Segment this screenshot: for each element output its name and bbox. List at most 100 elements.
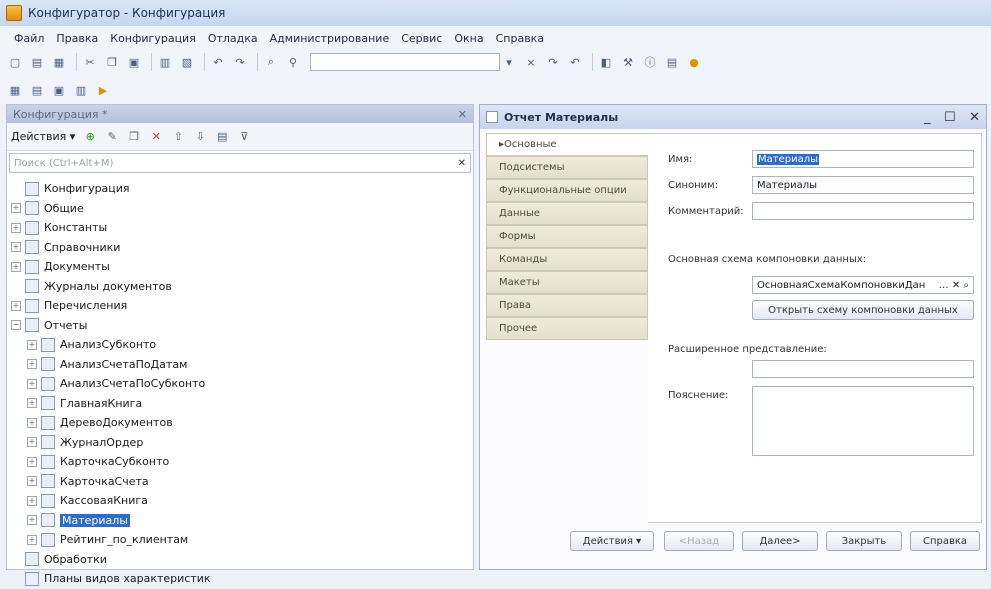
close-icon[interactable]: ✕ <box>458 108 467 121</box>
move-down-icon[interactable]: ⇩ <box>191 128 209 146</box>
expand-icon[interactable]: + <box>27 476 37 487</box>
save-icon[interactable]: ▦ <box>50 53 68 71</box>
tree-item[interactable]: + АнализСчетаПоДатам <box>11 355 473 375</box>
edit-icon[interactable]: ✎ <box>103 128 121 146</box>
expand-icon[interactable]: + <box>11 300 21 311</box>
menu-windows[interactable]: Окна <box>448 32 489 45</box>
preview-icon[interactable]: ▧ <box>178 53 196 71</box>
tree-item[interactable]: + Справочники <box>11 238 473 258</box>
delete-icon[interactable]: ✕ <box>147 128 165 146</box>
comment-field[interactable] <box>752 202 974 220</box>
move-up-icon[interactable]: ⇧ <box>169 128 187 146</box>
tab-functional-options[interactable]: Функциональные опции <box>486 179 648 202</box>
tree-item[interactable]: + АнализСубконто <box>11 335 473 355</box>
tree-item[interactable]: + Рейтинг_по_клиентам <box>11 530 473 550</box>
tree-item[interactable]: + ЖурналОрдер <box>11 433 473 453</box>
bookmark-icon[interactable]: ◧ <box>597 53 615 71</box>
tree-item[interactable]: + ДеревоДокументов <box>11 413 473 433</box>
tree-item[interactable]: + КарточкаСчета <box>11 472 473 492</box>
expand-icon[interactable]: + <box>27 398 37 409</box>
expand-icon[interactable]: + <box>27 359 37 370</box>
tab-subsystems[interactable]: Подсистемы <box>486 156 648 179</box>
expand-icon[interactable]: + <box>27 515 37 526</box>
tree-item[interactable]: Журналы документов <box>11 277 473 297</box>
maximize-icon[interactable]: ☐ <box>944 110 956 125</box>
run-icon[interactable]: ▶ <box>94 81 112 99</box>
close-button[interactable]: Закрыть <box>826 531 902 551</box>
toolbar-search-input[interactable] <box>310 53 500 71</box>
name-field[interactable]: Материалы <box>752 150 974 168</box>
expand-icon[interactable]: + <box>27 378 37 389</box>
expand-icon[interactable]: + <box>27 456 37 467</box>
tab-main[interactable]: ▸ Основные <box>486 133 648 156</box>
find-prev-icon[interactable]: ↶ <box>566 53 584 71</box>
tree-item[interactable]: + Перечисления <box>11 296 473 316</box>
schema-field[interactable]: ОсновнаяСхемаКомпоновкиДан … ✕ ⌕ <box>752 276 974 294</box>
tab-other[interactable]: Прочее <box>486 317 648 340</box>
next-button[interactable]: Далее> <box>742 531 818 551</box>
tree-item[interactable]: + Материалы <box>11 511 473 531</box>
expand-icon[interactable]: + <box>27 339 37 350</box>
synonym-field[interactable]: Материалы <box>752 176 974 194</box>
cut-icon[interactable]: ✂ <box>81 53 99 71</box>
open-icon[interactable]: ⌕ <box>963 280 969 291</box>
redo-icon[interactable]: ↷ <box>231 53 249 71</box>
tab-rights[interactable]: Права <box>486 294 648 317</box>
expand-icon[interactable]: + <box>11 261 21 272</box>
help-button[interactable]: Справка <box>910 531 980 551</box>
explanation-field[interactable] <box>752 386 974 456</box>
find-next-icon[interactable]: ↷ <box>544 53 562 71</box>
search-icon[interactable]: ⚲ <box>284 53 302 71</box>
collapse-icon[interactable]: − <box>11 320 21 331</box>
find-icon[interactable]: ⌕ <box>262 53 280 71</box>
clear-search-icon[interactable]: ✕ <box>458 158 466 169</box>
copy-icon[interactable]: ❐ <box>125 128 143 146</box>
tree-item[interactable]: − Отчеты <box>11 316 473 336</box>
dropdown-icon[interactable]: ▾ <box>500 53 518 71</box>
menu-help[interactable]: Справка <box>490 32 550 45</box>
open-file-icon[interactable]: ▤ <box>28 53 46 71</box>
add-icon[interactable]: ⊕ <box>81 128 99 146</box>
tab-templates[interactable]: Макеты <box>486 271 648 294</box>
tree-item[interactable]: + Документы <box>11 257 473 277</box>
print-icon[interactable]: ▥ <box>156 53 174 71</box>
choose-icon[interactable]: … <box>939 280 949 291</box>
clear-icon[interactable]: ✕ <box>952 280 960 291</box>
tree-item[interactable]: + КарточкаСубконто <box>11 452 473 472</box>
doc-icon[interactable]: ▤ <box>663 53 681 71</box>
tree-item[interactable]: Обработки <box>11 550 473 570</box>
tab-data[interactable]: Данные <box>486 202 648 225</box>
quick-search-input[interactable]: Поиск (Ctrl+Alt+M) ✕ <box>9 153 471 173</box>
minimize-icon[interactable]: _ <box>924 110 931 125</box>
expand-icon[interactable]: + <box>11 222 21 233</box>
tree-item[interactable]: + КассоваяКнига <box>11 491 473 511</box>
menu-file[interactable]: Файл <box>8 32 50 45</box>
tree-item[interactable]: + АнализСчетаПоСубконто <box>11 374 473 394</box>
new-file-icon[interactable]: ▢ <box>6 53 24 71</box>
menu-debug[interactable]: Отладка <box>202 32 264 45</box>
expand-icon[interactable]: + <box>27 495 37 506</box>
expand-icon[interactable]: + <box>27 534 37 545</box>
expand-icon[interactable]: + <box>11 242 21 253</box>
sort-icon[interactable]: ▤ <box>213 128 231 146</box>
actions-button[interactable]: Действия ▾ <box>570 531 654 551</box>
tree-item[interactable]: Конфигурация <box>11 179 473 199</box>
tree-item[interactable]: + Общие <box>11 199 473 219</box>
tree-item[interactable]: + Константы <box>11 218 473 238</box>
menu-administration[interactable]: Администрирование <box>264 32 396 45</box>
tab-commands[interactable]: Команды <box>486 248 648 271</box>
tree-item[interactable]: + ГлавнаяКнига <box>11 394 473 414</box>
expand-icon[interactable]: + <box>27 437 37 448</box>
tools-icon[interactable]: ⚒ <box>619 53 637 71</box>
properties-icon[interactable]: ▤ <box>28 81 46 99</box>
info-icon[interactable]: ● <box>685 53 703 71</box>
menu-configuration[interactable]: Конфигурация <box>104 32 202 45</box>
update-db-icon[interactable]: ▣ <box>50 81 68 99</box>
object-icon[interactable]: ▥ <box>72 81 90 99</box>
open-schema-button[interactable]: Открыть схему компоновки данных <box>752 300 974 320</box>
copy-icon[interactable]: ❐ <box>103 53 121 71</box>
config-tree-icon[interactable]: ▦ <box>6 81 24 99</box>
paste-icon[interactable]: ▣ <box>125 53 143 71</box>
syntax-icon[interactable]: ⓘ <box>641 53 659 71</box>
undo-icon[interactable]: ↶ <box>209 53 227 71</box>
